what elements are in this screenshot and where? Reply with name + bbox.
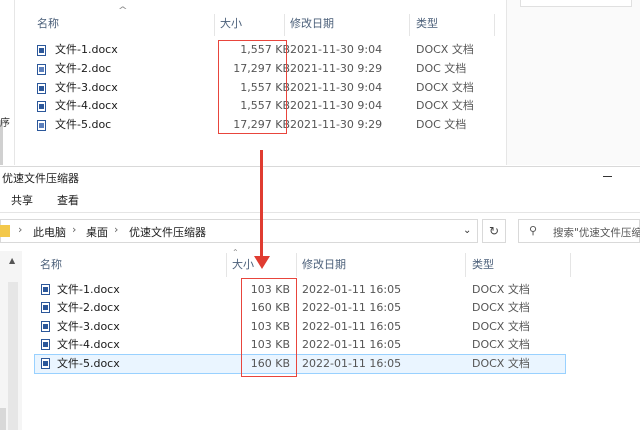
- size-highlight-box: [218, 40, 287, 134]
- file-modified: 2022-01-11 16:05: [302, 357, 402, 370]
- column-header-size[interactable]: 大小: [220, 14, 242, 34]
- file-modified: 2021-11-30 9:04: [290, 81, 383, 94]
- breadcrumb-this-pc[interactable]: 此电脑: [33, 224, 66, 240]
- file-type: DOCX 文档: [472, 283, 530, 296]
- column-divider[interactable]: [409, 14, 410, 36]
- column-divider[interactable]: [284, 14, 285, 36]
- window-title: 优速文件压缩器: [2, 172, 79, 185]
- file-modified: 2022-01-11 16:05: [302, 283, 402, 296]
- refresh-button[interactable]: ↻: [482, 219, 506, 243]
- breadcrumb-separator: ›: [114, 223, 119, 236]
- file-name: 文件-2.docx: [57, 301, 120, 314]
- docx-icon: [37, 101, 46, 112]
- file-type: DOCX 文档: [416, 43, 474, 56]
- file-name: 文件-5.doc: [55, 118, 112, 131]
- file-modified: 2021-11-30 9:29: [290, 118, 383, 131]
- column-header-modified[interactable]: 修改日期: [290, 14, 334, 34]
- file-name: 文件-3.docx: [55, 81, 118, 94]
- file-modified: 2022-01-11 16:05: [302, 320, 402, 333]
- doc-icon: [37, 64, 46, 75]
- nav-scrollbar-thumb[interactable]: [8, 282, 18, 430]
- size-highlight-box: [241, 278, 297, 377]
- bottom-file-row[interactable]: 文件-1.docx 103 KB 2022-01-11 16:05 DOCX 文…: [34, 281, 566, 299]
- annotation-arrow-shaft: [260, 150, 263, 262]
- column-header-name[interactable]: 名称: [37, 14, 59, 34]
- doc-icon: [37, 120, 46, 131]
- file-type: DOCX 文档: [472, 320, 530, 333]
- file-modified: 2022-01-11 16:05: [302, 338, 402, 351]
- ribbon-divider: [0, 212, 640, 213]
- column-header-size[interactable]: 大小: [232, 255, 254, 275]
- file-type: DOCX 文档: [472, 357, 530, 370]
- column-divider[interactable]: [214, 14, 215, 36]
- sort-up-icon: ^: [117, 6, 128, 16]
- file-type: DOCX 文档: [472, 301, 530, 314]
- file-modified: 2022-01-11 16:05: [302, 301, 402, 314]
- file-name: 文件-3.docx: [57, 320, 120, 333]
- top-preview-pane: [507, 0, 640, 165]
- column-header-name[interactable]: 名称: [40, 255, 62, 275]
- docx-icon: [37, 45, 46, 56]
- file-name: 文件-4.docx: [55, 99, 118, 112]
- docx-icon: [37, 83, 46, 94]
- file-name: 文件-4.docx: [57, 338, 120, 351]
- column-header-modified[interactable]: 修改日期: [302, 255, 346, 275]
- bottom-file-row[interactable]: 文件-3.docx 103 KB 2022-01-11 16:05 DOCX 文…: [34, 318, 566, 336]
- column-divider[interactable]: [570, 253, 571, 277]
- docx-icon: [41, 339, 50, 350]
- ribbon-tab-view[interactable]: 查看: [57, 192, 79, 208]
- file-modified: 2021-11-30 9:04: [290, 99, 383, 112]
- search-placeholder: 搜索"优速文件压缩: [553, 227, 640, 239]
- file-name: 文件-1.docx: [57, 283, 120, 296]
- minimize-button[interactable]: [598, 166, 618, 186]
- bottom-file-row[interactable]: 文件-4.docx 103 KB 2022-01-11 16:05 DOCX 文…: [34, 336, 566, 354]
- scroll-up-icon[interactable]: ▲: [9, 256, 15, 265]
- breadcrumb-folder[interactable]: 优速文件压缩器: [129, 224, 206, 240]
- bottom-file-row[interactable]: 文件-2.docx 160 KB 2022-01-11 16:05 DOCX 文…: [34, 299, 566, 317]
- file-name: 文件-1.docx: [55, 43, 118, 56]
- column-divider[interactable]: [226, 253, 227, 277]
- file-modified: 2021-11-30 9:04: [290, 43, 383, 56]
- nav-scrollbar-edge: [0, 408, 6, 430]
- top-preview-box: [520, 0, 632, 7]
- file-name: 文件-2.doc: [55, 62, 112, 75]
- docx-icon: [41, 302, 50, 313]
- column-header-type[interactable]: 类型: [472, 255, 494, 275]
- column-divider[interactable]: [494, 14, 495, 36]
- breadcrumb-separator: ›: [72, 223, 77, 236]
- ribbon-tab-share[interactable]: 共享: [11, 192, 33, 208]
- file-type: DOC 文档: [416, 118, 467, 131]
- search-icon: ⚲: [529, 224, 538, 237]
- arrow-down-icon: [254, 256, 270, 269]
- folder-icon: [0, 225, 10, 237]
- bottom-file-row-selected[interactable]: 文件-5.docx 160 KB 2022-01-11 16:05 DOCX 文…: [34, 355, 566, 373]
- docx-icon: [41, 358, 50, 369]
- column-header-type[interactable]: 类型: [416, 14, 438, 34]
- breadcrumb-separator: ›: [18, 223, 23, 236]
- file-modified: 2021-11-30 9:29: [290, 62, 383, 75]
- column-divider[interactable]: [465, 253, 466, 277]
- file-type: DOC 文档: [416, 62, 467, 75]
- refresh-icon: ↻: [488, 224, 500, 238]
- file-type: DOCX 文档: [416, 81, 474, 94]
- docx-icon: [41, 321, 50, 332]
- file-type: DOCX 文档: [472, 338, 530, 351]
- breadcrumb-desktop[interactable]: 桌面: [86, 224, 108, 240]
- docx-icon: [41, 284, 50, 295]
- column-divider[interactable]: [296, 253, 297, 277]
- file-type: DOCX 文档: [416, 99, 474, 112]
- chevron-down-icon[interactable]: ⌄: [463, 225, 471, 236]
- file-name: 文件-5.docx: [57, 357, 120, 370]
- top-nav-clipped-text: 序: [0, 118, 10, 129]
